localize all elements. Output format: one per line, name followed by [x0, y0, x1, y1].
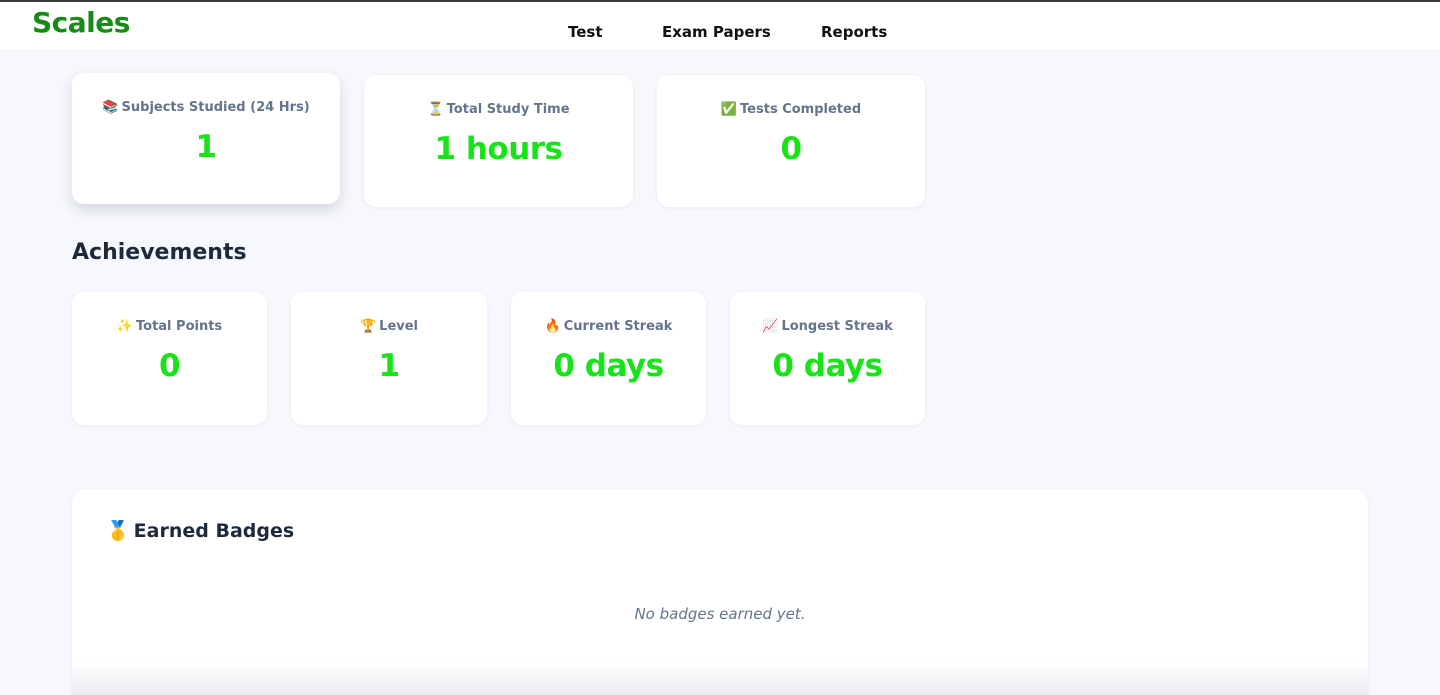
achievement-value-longest-streak: 0 days	[772, 348, 883, 384]
achievement-card-current-streak: 🔥 Current Streak 0 days	[511, 292, 706, 425]
achievement-label-current-streak: 🔥 Current Streak	[544, 319, 673, 334]
achievement-label-longest-streak: 📈 Longest Streak	[762, 319, 893, 334]
achievement-card-longest-streak: 📈 Longest Streak 0 days	[730, 292, 925, 425]
achievement-label-level: 🏆 Level	[359, 319, 419, 334]
achievement-value-current-streak: 0 days	[553, 348, 664, 384]
achievements-heading: Achievements	[72, 240, 247, 265]
stat-value-total-study-time: 1 hours	[434, 131, 563, 167]
achievement-card-level: 🏆 Level 1	[291, 292, 487, 425]
app-logo[interactable]: Scales	[32, 6, 130, 39]
earned-badges-panel: 🥇 Earned Badges No badges earned yet.	[72, 489, 1368, 695]
nav-link-test[interactable]: Test	[568, 23, 603, 41]
stat-label-tests-completed: ✅ Tests Completed	[720, 102, 862, 117]
books-icon: 📚	[102, 100, 119, 115]
chart-increasing-icon: 📈	[762, 319, 779, 334]
fire-icon: 🔥	[544, 319, 561, 334]
stat-card-subjects-studied: 📚 Subjects Studied (24 Hrs) 1	[72, 73, 340, 204]
achievement-label-total-points: ✨ Total Points	[116, 319, 223, 334]
stat-label-total-study-time: ⏳ Total Study Time	[427, 102, 570, 117]
stat-value-subjects-studied: 1	[195, 129, 217, 165]
nav-link-exam-papers[interactable]: Exam Papers	[662, 23, 771, 41]
nav-link-reports[interactable]: Reports	[821, 23, 887, 41]
top-navbar: Scales Test Exam Papers Reports	[0, 2, 1440, 50]
trophy-icon: 🏆	[359, 319, 377, 334]
stat-value-tests-completed: 0	[780, 131, 802, 167]
sparkles-icon: ✨	[116, 319, 133, 334]
stat-card-tests-completed: ✅ Tests Completed 0	[657, 75, 925, 207]
earned-badges-heading: 🥇 Earned Badges	[106, 520, 295, 542]
hourglass-icon: ⏳	[427, 102, 444, 117]
medal-icon: 🥇	[106, 520, 130, 542]
achievement-value-level: 1	[378, 348, 400, 384]
stat-label-subjects-studied: 📚 Subjects Studied (24 Hrs)	[102, 100, 310, 115]
stat-card-total-study-time: ⏳ Total Study Time 1 hours	[364, 75, 633, 207]
badges-empty-message: No badges earned yet.	[634, 605, 806, 623]
check-mark-icon: ✅	[720, 102, 738, 117]
achievement-value-total-points: 0	[158, 348, 181, 384]
achievement-card-total-points: ✨ Total Points 0	[72, 292, 267, 425]
